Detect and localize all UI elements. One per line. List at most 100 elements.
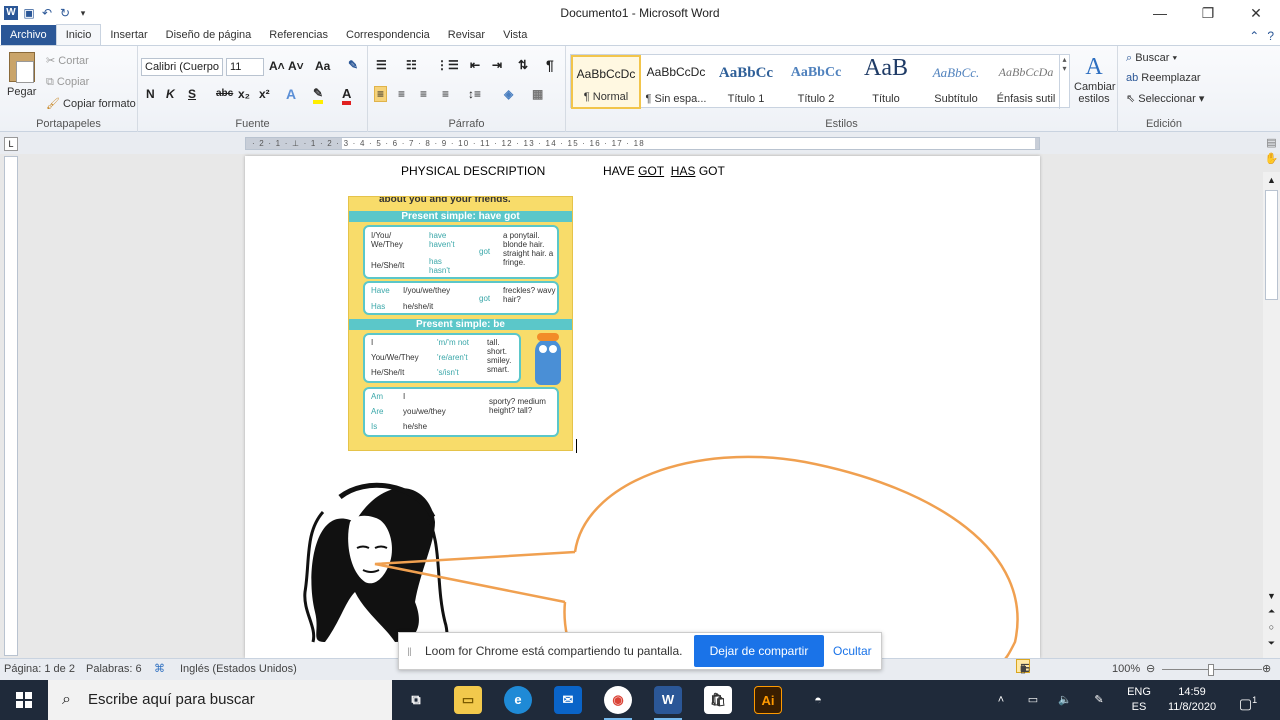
line-spacing-icon[interactable]: ↕≡ (468, 87, 481, 101)
scroll-up-icon[interactable]: ▲ (1263, 172, 1280, 188)
help-icon[interactable]: ? (1267, 29, 1274, 43)
copy-button[interactable]: ⧉ Copiar (46, 76, 89, 89)
illustrator-icon[interactable]: Ai (754, 686, 782, 714)
scroll-thumb[interactable] (1265, 190, 1278, 300)
format-painter-button[interactable]: 🖌 Copiar formato (46, 97, 136, 110)
show-marks-button[interactable]: ¶ (546, 57, 554, 73)
style-heading2[interactable]: AaBbCc Título 2 (781, 55, 851, 109)
browse-object-icon[interactable]: ○ (1263, 622, 1280, 638)
tab-archivo[interactable]: Archivo (1, 25, 56, 45)
start-button[interactable] (0, 680, 48, 720)
draft-icon[interactable]: ■ (1020, 659, 1027, 680)
drag-handle-icon[interactable]: ‖ (407, 645, 412, 659)
vertical-ruler[interactable] (4, 156, 18, 656)
italic-button[interactable]: K (166, 87, 175, 101)
style-heading1[interactable]: AaBbCc Título 1 (711, 55, 781, 109)
battery-icon[interactable]: ▭ (1024, 680, 1042, 720)
tab-correspondencia[interactable]: Correspondencia (337, 25, 439, 45)
change-styles-button[interactable]: A Cambiar estilos (1074, 54, 1116, 105)
justify-icon[interactable]: ≡ (442, 87, 449, 101)
grammar-image[interactable]: about you and your friends. Present simp… (348, 196, 573, 451)
pen-icon[interactable]: ✎ (1090, 680, 1108, 720)
chrome-icon[interactable]: ◉ (604, 686, 632, 720)
pan-icon[interactable]: ✋ (1263, 152, 1280, 170)
select-button[interactable]: ⇖ Seleccionar ▾ (1126, 92, 1204, 105)
taskbar-search[interactable]: ⌕ Escribe aquí para buscar (48, 680, 392, 720)
shrink-font-icon[interactable]: A˅ (288, 59, 304, 73)
view-ruler-icon[interactable]: ▤ (1263, 136, 1280, 152)
decrease-indent-icon[interactable]: ⇤ (470, 58, 480, 72)
word-count[interactable]: Palabras: 6 (86, 659, 142, 680)
word-app-icon[interactable]: W (4, 6, 18, 20)
undo-icon[interactable]: ↶ (40, 6, 54, 20)
customize-qat-icon[interactable]: ▾ (76, 6, 90, 20)
align-right-icon[interactable]: ≡ (420, 87, 427, 101)
paste-icon[interactable] (9, 52, 35, 83)
align-center-icon[interactable]: ≡ (398, 87, 405, 101)
subscript-button[interactable]: x₂ (238, 87, 250, 101)
task-view-icon[interactable]: ⧉ (402, 686, 430, 714)
tab-revisar[interactable]: Revisar (439, 25, 494, 45)
bold-button[interactable]: N (146, 87, 155, 101)
proofing-icon[interactable]: ⌘ (154, 659, 165, 680)
zoom-in-icon[interactable]: ⊕ (1262, 659, 1271, 680)
horizontal-ruler[interactable]: · 2 · 1 · ⊥ · 1 · 2 · 3 · 4 · 5 · 6 · 7 … (245, 137, 1040, 150)
tab-referencias[interactable]: Referencias (260, 25, 337, 45)
woman-speech-illustration[interactable] (245, 452, 1040, 658)
zoom-slider-thumb[interactable] (1208, 664, 1214, 676)
stop-sharing-button[interactable]: Dejar de compartir (694, 635, 824, 667)
edge-icon[interactable]: e (504, 686, 532, 714)
increase-indent-icon[interactable]: ⇥ (492, 58, 502, 72)
styles-scroll-icon[interactable]: ▴ ▾ (1059, 55, 1069, 109)
text-effects-icon[interactable]: A (286, 86, 296, 102)
app-icon-gauge[interactable]: ◓ (804, 686, 832, 714)
language-indicator[interactable]: ENG ES (1122, 680, 1156, 720)
hide-button[interactable]: Ocultar (833, 644, 872, 658)
store-icon[interactable]: 🛍 (704, 686, 732, 714)
multilevel-list-icon[interactable]: ⋮☰ (436, 58, 459, 72)
tab-selector[interactable]: L (4, 137, 18, 151)
zoom-level[interactable]: 100% (1112, 659, 1140, 680)
style-subtitle[interactable]: AaBbCc. Subtítulo (921, 55, 991, 109)
notifications-icon[interactable]: ▢1 (1236, 680, 1260, 720)
font-color-icon[interactable]: A (342, 86, 352, 105)
bullets-icon[interactable]: ☰ (376, 58, 387, 72)
underline-button[interactable]: S (188, 87, 196, 101)
tab-vista[interactable]: Vista (494, 25, 536, 45)
clear-format-icon[interactable]: ✎ (348, 58, 358, 72)
close-button[interactable]: ✕ (1232, 0, 1280, 26)
sort-icon[interactable]: ⇅ (518, 58, 528, 72)
prev-page-icon[interactable]: ⏶ (1263, 606, 1280, 622)
highlight-icon[interactable]: ✎ (313, 86, 324, 104)
zoom-out-icon[interactable]: ⊖ (1146, 659, 1155, 680)
tab-insertar[interactable]: Insertar (101, 25, 156, 45)
minimize-button[interactable]: — (1136, 0, 1184, 26)
language-status[interactable]: Inglés (Estados Unidos) (180, 659, 297, 680)
style-normal[interactable]: AaBbCcDc ¶ Normal (571, 55, 641, 109)
document-page[interactable]: PHYSICAL DESCRIPTION HAVE GOT HAS GOT ab… (245, 156, 1040, 658)
volume-icon[interactable]: 🔈 (1056, 680, 1074, 720)
redo-icon[interactable]: ↻ (58, 6, 72, 20)
mail-icon[interactable]: ✉ (554, 686, 582, 714)
file-explorer-icon[interactable]: ▭ (454, 686, 482, 714)
font-size-combo[interactable]: 11 (226, 58, 264, 76)
cut-button[interactable]: ✂ Cortar (46, 54, 89, 67)
scroll-down-icon[interactable]: ▼ (1263, 588, 1280, 604)
vertical-scrollbar[interactable]: ▲ ▼ ⏶ ○ ⏷ (1263, 172, 1280, 658)
change-case-button[interactable]: Aa (315, 59, 330, 73)
style-no-spacing[interactable]: AaBbCcDc ¶ Sin espa... (641, 55, 711, 109)
align-left-icon[interactable]: ≡ (374, 86, 388, 102)
borders-icon[interactable]: ▦ (532, 87, 543, 101)
grow-font-icon[interactable]: A˄ (269, 59, 285, 73)
clock[interactable]: 14:59 11/8/2020 (1160, 680, 1224, 720)
numbering-icon[interactable]: ☷ (406, 58, 417, 72)
shading-icon[interactable]: ◈ (504, 87, 513, 101)
paste-button[interactable]: Pegar (7, 86, 36, 98)
collapse-ribbon-icon[interactable]: ⌃ (1249, 29, 1259, 43)
page-count[interactable]: Página: 1 de 2 (4, 659, 75, 680)
find-button[interactable]: ⌕ Buscar ▾ (1126, 52, 1177, 65)
save-icon[interactable]: ▣ (22, 6, 36, 20)
font-name-combo[interactable]: Calibri (Cuerpo (141, 58, 223, 76)
style-subtle-emphasis[interactable]: AaBbCcDa Énfasis sutil (991, 55, 1061, 109)
next-page-icon[interactable]: ⏷ (1263, 638, 1280, 654)
